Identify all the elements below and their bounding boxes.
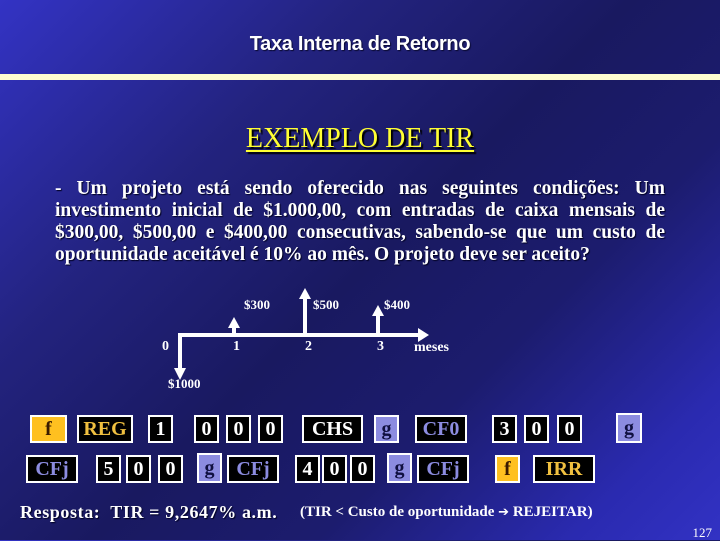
period-tick-3: 3 (377, 339, 384, 354)
key-g: g (374, 415, 399, 443)
key-digit: 4 (295, 455, 320, 483)
key-digit: 0 (194, 415, 219, 443)
period-tick-1: 1 (233, 339, 240, 354)
key-label: 4 (302, 457, 313, 480)
key-label: g (394, 456, 405, 479)
key-cfj: CFj (26, 455, 78, 483)
key-chs: CHS (302, 415, 363, 443)
key-digit: 0 (350, 455, 375, 483)
cash-flow-amount-period-1: $300 (244, 297, 270, 312)
period-tick-0: 0 (162, 339, 169, 354)
cash-flow-amount-period-3: $400 (384, 297, 410, 312)
key-label: g (624, 416, 634, 439)
key-cfj: CFj (227, 455, 279, 483)
key-reg: REG (77, 415, 133, 443)
page-number: 127 (692, 525, 713, 540)
key-label: REG (83, 417, 127, 440)
key-irr: IRR (533, 455, 595, 483)
key-label: 0 (357, 457, 368, 480)
answer-text: Resposta: TIR = 9,2647% a.m. (20, 502, 278, 522)
key-label: 0 (133, 457, 144, 480)
key-label: 0 (531, 417, 542, 440)
key-label: IRR (545, 457, 583, 480)
inflow-arrowhead-period-2 (299, 288, 311, 299)
key-label: CF0 (422, 417, 460, 440)
key-digit: 0 (158, 455, 183, 483)
inflow-arrowhead-period-1 (228, 317, 240, 328)
key-digit: 0 (258, 415, 283, 443)
cash-flow-amount-period-2: $500 (313, 297, 339, 312)
key-digit: 3 (492, 415, 517, 443)
key-label: g (381, 417, 392, 440)
key-cf0: CF0 (415, 415, 467, 443)
key-f: f (495, 455, 520, 483)
time-unit-label: meses (414, 340, 449, 355)
key-label: CHS (311, 417, 354, 440)
key-digit: 0 (322, 455, 347, 483)
inflow-arrowhead-period-3 (372, 305, 384, 316)
key-label: 0 (329, 457, 340, 480)
key-label: 0 (233, 417, 244, 440)
cash-flow-amount-period-0: $1000 (168, 376, 201, 391)
period-tick-2: 2 (305, 339, 312, 354)
key-label: CFj (426, 457, 460, 480)
key-digit: 0 (226, 415, 251, 443)
key-label: 0 (165, 457, 176, 480)
key-label: CFj (35, 457, 69, 480)
key-label: 3 (499, 417, 510, 440)
key-label: 0 (265, 417, 276, 440)
key-digit: 0 (126, 455, 151, 483)
key-digit: 0 (557, 415, 582, 443)
key-label: f (45, 417, 52, 440)
key-digit: 5 (96, 455, 121, 483)
key-digit: 1 (148, 415, 173, 443)
key-g: g (197, 453, 222, 483)
key-digit: 0 (524, 415, 549, 443)
key-g: g (387, 453, 412, 483)
key-g: g (616, 413, 642, 443)
key-label: 0 (201, 417, 212, 440)
key-label: g (204, 456, 215, 479)
decision-note-prefix: (TIR < Custo de oportunidade (300, 504, 499, 520)
decision-note: (TIR < Custo de oportunidade ➔ REJEITAR) (300, 504, 593, 521)
key-label: f (504, 457, 511, 480)
key-label: 1 (155, 417, 166, 440)
key-f: f (30, 415, 67, 443)
key-label: CFj (236, 457, 270, 480)
key-label: 0 (564, 417, 575, 440)
key-label: 5 (103, 457, 114, 480)
decision-note-suffix: REJEITAR) (509, 504, 593, 520)
right-arrow-icon: ➔ (498, 505, 510, 520)
key-cfj: CFj (417, 455, 469, 483)
